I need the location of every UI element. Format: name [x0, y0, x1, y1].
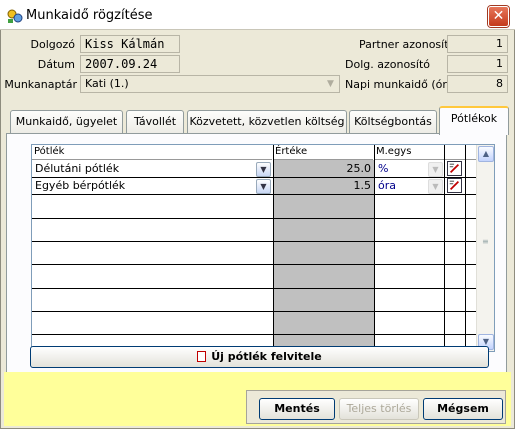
table-row-potlek[interactable]: Délutáni pótlék [32, 161, 254, 177]
dolgozo-label: Dolgozó [30, 38, 75, 51]
tab-label: Munkaidő, ügyelet [15, 115, 118, 128]
action-button-group: Mentés Teljes törlés Mégsem [246, 390, 506, 424]
delete-all-button: Teljes törlés [339, 398, 419, 420]
window-title: Munkaidő rögzítése [26, 8, 153, 23]
chevron-down-icon: ▼ [428, 162, 443, 177]
grid-divider [32, 311, 476, 312]
dolg-azonosito-label: Dolg. azonosító [345, 58, 431, 71]
table-row-ertek[interactable]: 1.5 [274, 178, 374, 194]
grid-divider [32, 334, 476, 335]
table-row-megys[interactable]: % [375, 161, 427, 177]
dolgozo-field[interactable]: Kiss Kálmán [80, 35, 180, 53]
column-header-erteke[interactable]: Értéke [273, 145, 373, 160]
app-icon [7, 9, 23, 23]
save-button[interactable]: Mentés [259, 398, 335, 420]
potlek-grid: Pótlék Értéke M.egys Délutáni pótlék ▼ 2… [31, 144, 495, 352]
tab-panel-potlekok: Pótlék Értéke M.egys Délutáni pótlék ▼ 2… [6, 133, 507, 377]
table-row-potlek[interactable]: Egyéb bérpótlék [32, 178, 254, 194]
scroll-up-icon[interactable]: ▲ [478, 146, 494, 162]
napi-munkaido-field[interactable]: 8 [447, 75, 508, 93]
chevron-down-icon[interactable]: ▼ [256, 179, 271, 194]
munkanaptar-select[interactable]: Kati (1.) ▼ [80, 75, 340, 93]
napi-munkaido-label: Napi munkaidő (óra) [345, 78, 458, 91]
grid-divider [465, 145, 466, 351]
datum-field[interactable]: 2007.09.24 [80, 55, 180, 73]
column-header-potlek[interactable]: Pótlék [32, 145, 272, 160]
tab-label: Távollét [133, 115, 177, 128]
tab-koltseg[interactable]: Közvetett, közvetlen költség [187, 110, 347, 134]
tab-tavollet[interactable]: Távollét [126, 110, 184, 134]
grid-divider [32, 288, 476, 289]
vertical-scrollbar[interactable]: ▲ ≡ ▼ [476, 145, 494, 351]
chevron-down-icon[interactable]: ▼ [256, 162, 271, 177]
bottom-bar: Mentés Teljes törlés Mégsem [4, 372, 511, 426]
dolg-azonosito-field[interactable]: 1 [447, 55, 508, 73]
grid-divider [32, 194, 476, 195]
document-icon [197, 351, 207, 362]
grid-divider [32, 264, 476, 265]
grid-divider [32, 218, 476, 219]
new-potlek-button[interactable]: Új pótlék felvitele [30, 346, 489, 368]
partner-field[interactable]: 1 [447, 35, 508, 53]
datum-label: Dátum [37, 58, 75, 71]
partner-label: Partner azonosító [359, 38, 456, 51]
chevron-down-icon: ▼ [327, 79, 334, 89]
munkanaptar-value: Kati (1.) [85, 77, 129, 90]
munkanaptar-label: Munkanaptár [4, 78, 77, 91]
tab-label: Pótlékok [450, 112, 498, 125]
cancel-button[interactable]: Mégsem [423, 398, 503, 420]
title-bar: Munkaidő rögzítése ✕ [0, 0, 515, 30]
edit-icon[interactable] [447, 178, 462, 193]
new-potlek-label: Új pótlék felvitele [211, 350, 322, 363]
grid-divider [444, 145, 445, 351]
tab-munkaido[interactable]: Munkaidő, ügyelet [10, 110, 123, 134]
table-row-ertek[interactable]: 25.0 [274, 161, 374, 177]
grid-divider [32, 241, 476, 242]
tab-potlekok[interactable]: Pótlékok [439, 106, 509, 135]
tab-koltsegbontas[interactable]: Költségbontás [349, 110, 437, 134]
tab-label: Költségbontás [354, 115, 432, 128]
scroll-grip-icon[interactable]: ≡ [482, 238, 489, 246]
chevron-down-icon: ▼ [428, 179, 443, 194]
tab-control: Munkaidő, ügyelet Távollét Közvetett, kö… [4, 106, 511, 380]
tab-label: Közvetett, közvetlen költség [189, 115, 345, 128]
column-header-megys[interactable]: M.egys [374, 145, 476, 160]
edit-icon[interactable] [447, 161, 462, 176]
close-button[interactable]: ✕ [488, 6, 509, 27]
table-row-megys[interactable]: óra [375, 178, 427, 194]
